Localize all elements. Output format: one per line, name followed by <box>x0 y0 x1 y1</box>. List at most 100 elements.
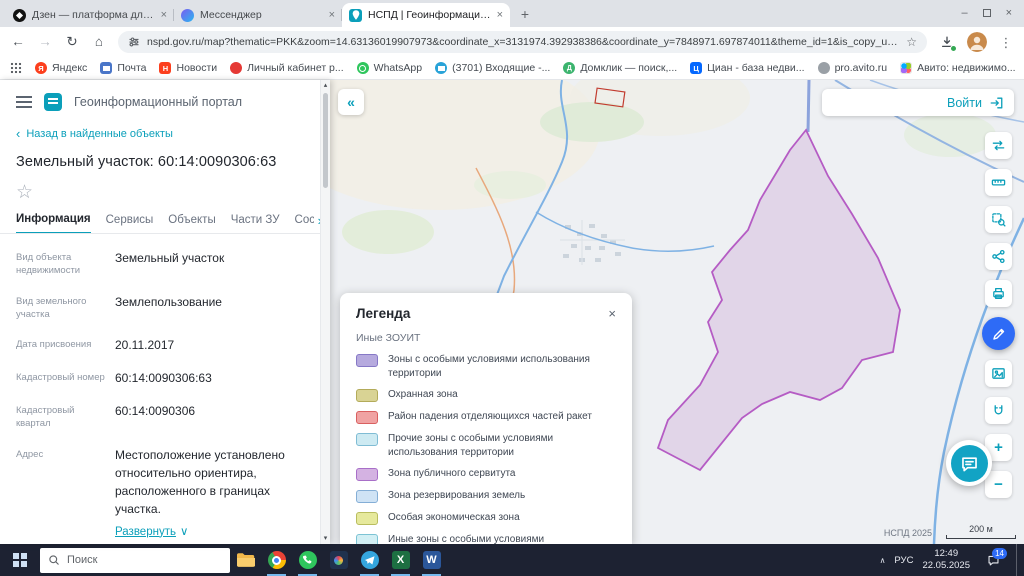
bookmark-avito-pro[interactable]: pro.avito.ru <box>817 62 887 74</box>
bookmark-avito[interactable]: Авито: недвижимо... <box>900 62 1016 74</box>
tab-parts[interactable]: Части ЗУ <box>231 214 280 233</box>
legend-item: Прочие зоны с особыми условиями использо… <box>356 432 616 459</box>
bookmark-account[interactable]: Личный кабинет р... <box>230 62 344 74</box>
field-label: Вид объекта недвижимости <box>16 252 81 277</box>
action-center-button[interactable]: 14 <box>979 544 1007 576</box>
whatsapp-button[interactable] <box>292 544 323 576</box>
favorite-star-icon[interactable] <box>16 182 33 203</box>
start-button[interactable] <box>0 544 40 576</box>
legend-label: Охранная зона <box>388 389 458 400</box>
taskbar-clock[interactable]: 12:49 22.05.2025 <box>922 548 970 573</box>
new-tab-button[interactable] <box>514 3 536 25</box>
apps-grid-icon[interactable] <box>10 62 22 74</box>
collapse-panel-button[interactable] <box>338 89 364 115</box>
compare-layers-button[interactable] <box>985 132 1012 159</box>
home-button[interactable] <box>91 35 107 49</box>
legend-swatch <box>356 354 378 367</box>
map-canvas[interactable]: Войти Легенда Ины <box>330 80 1024 544</box>
bookmark-label: Почта <box>117 62 147 74</box>
back-button[interactable] <box>10 35 26 49</box>
back-to-results-link[interactable]: Назад в найденные объекты <box>0 117 330 141</box>
taskbar-search-input[interactable]: Поиск <box>40 547 230 573</box>
chat-fab-button[interactable] <box>946 440 992 486</box>
scroll-up-icon[interactable] <box>324 82 328 89</box>
basemap-button[interactable] <box>985 360 1012 387</box>
field-row: Вид объекта недвижимости Земельный участ… <box>16 249 314 278</box>
login-button[interactable]: Войти <box>822 89 1014 116</box>
snap-button[interactable] <box>985 397 1012 424</box>
legend-label: Район падения отделяющихся частей ракет <box>388 411 592 422</box>
browser-menu-icon[interactable] <box>998 36 1014 49</box>
avito-pro-favicon <box>817 62 830 74</box>
tab-close-icon[interactable] <box>161 10 167 21</box>
bookmark-mail[interactable]: Почта <box>100 62 146 74</box>
cian-favicon <box>690 62 703 74</box>
tab-close-icon[interactable] <box>329 10 335 21</box>
forward-button[interactable] <box>37 35 53 49</box>
avito-favicon <box>900 62 913 74</box>
bookmark-news[interactable]: Новости <box>159 62 217 74</box>
expand-link[interactable]: Развернуть <box>115 524 188 541</box>
tune-icon <box>129 37 139 47</box>
share-button[interactable] <box>985 243 1012 270</box>
legend-section-title: Иные ЗОУИТ <box>356 332 421 344</box>
profile-avatar[interactable] <box>967 32 987 52</box>
tray-expand-icon[interactable] <box>880 556 886 565</box>
compare-icon <box>992 140 1005 151</box>
measure-button[interactable] <box>985 169 1012 196</box>
bookmark-star-icon[interactable] <box>906 35 917 49</box>
scrollbar-thumb[interactable] <box>323 93 328 188</box>
area-search-button[interactable] <box>985 206 1012 233</box>
tab-close-icon[interactable] <box>497 10 503 21</box>
zoom-out-button[interactable] <box>985 471 1012 498</box>
minimize-icon[interactable] <box>961 7 967 19</box>
telegram-button[interactable] <box>354 544 385 576</box>
expand-label: Развернуть <box>115 525 176 538</box>
legend-item: Район падения отделяющихся частей ракет <box>356 410 616 424</box>
draw-button-active[interactable] <box>982 317 1015 350</box>
share-icon <box>992 249 1005 264</box>
chrome-button[interactable] <box>261 544 292 576</box>
legend-close-icon[interactable] <box>608 306 616 321</box>
ruler-icon <box>991 179 1006 186</box>
address-bar[interactable]: nspd.gov.ru/map?thematic=PKK&zoom=14.631… <box>118 31 927 53</box>
word-button[interactable] <box>416 544 447 576</box>
field-label: Адрес <box>16 448 44 460</box>
tab-information[interactable]: Информация <box>16 213 91 233</box>
print-button[interactable] <box>985 280 1012 307</box>
bookmark-domclick[interactable]: Домклик — поиск,... <box>563 62 677 74</box>
scale-bar <box>946 535 1016 539</box>
bookmark-yandex[interactable]: Яндекс <box>35 62 87 74</box>
browser-tab-dzen[interactable]: Дзен — платформа для прос... <box>6 3 174 27</box>
bookmark-inbox[interactable]: (3701) Входящие -... <box>435 62 550 74</box>
reload-button[interactable] <box>64 35 80 49</box>
search-icon <box>49 555 59 565</box>
bookmark-whatsapp[interactable]: WhatsApp <box>356 62 422 74</box>
show-desktop-button[interactable] <box>1016 544 1021 576</box>
browser-tab-messenger[interactable]: Мессенджер <box>174 3 342 27</box>
clock-date: 22.05.2025 <box>922 560 970 571</box>
maximize-icon[interactable] <box>982 9 991 17</box>
bookmark-label: Авито: недвижимо... <box>917 62 1016 74</box>
language-indicator[interactable]: РУС <box>894 555 913 566</box>
person-icon <box>967 32 987 52</box>
downloads-button[interactable] <box>938 33 957 52</box>
menu-burger-icon[interactable] <box>16 96 32 108</box>
legend-item: Особая экономическая зона <box>356 511 616 525</box>
file-explorer-button[interactable] <box>230 544 261 576</box>
panel-tabs: Информация Сервисы Объекты Части ЗУ Сост… <box>0 213 330 234</box>
browser-tab-nspd[interactable]: НСПД | Геоинформационный <box>342 3 510 27</box>
tab-title: Дзен — платформа для прос... <box>32 9 155 21</box>
tab-services[interactable]: Сервисы <box>106 214 154 233</box>
close-icon[interactable] <box>1006 7 1012 19</box>
bookmark-cian[interactable]: Циан - база недви... <box>690 62 805 74</box>
map-attribution: НСПД 2025 <box>883 528 932 538</box>
tab-objects[interactable]: Объекты <box>168 214 215 233</box>
photos-app-button[interactable] <box>323 544 354 576</box>
panel-scrollbar[interactable] <box>320 80 330 544</box>
scroll-down-icon[interactable] <box>324 535 328 542</box>
pencil-icon <box>992 328 1004 340</box>
excel-button[interactable] <box>385 544 416 576</box>
portal-header: Геоинформационный портал <box>0 80 330 117</box>
field-label: Кадастровый номер <box>16 372 105 384</box>
